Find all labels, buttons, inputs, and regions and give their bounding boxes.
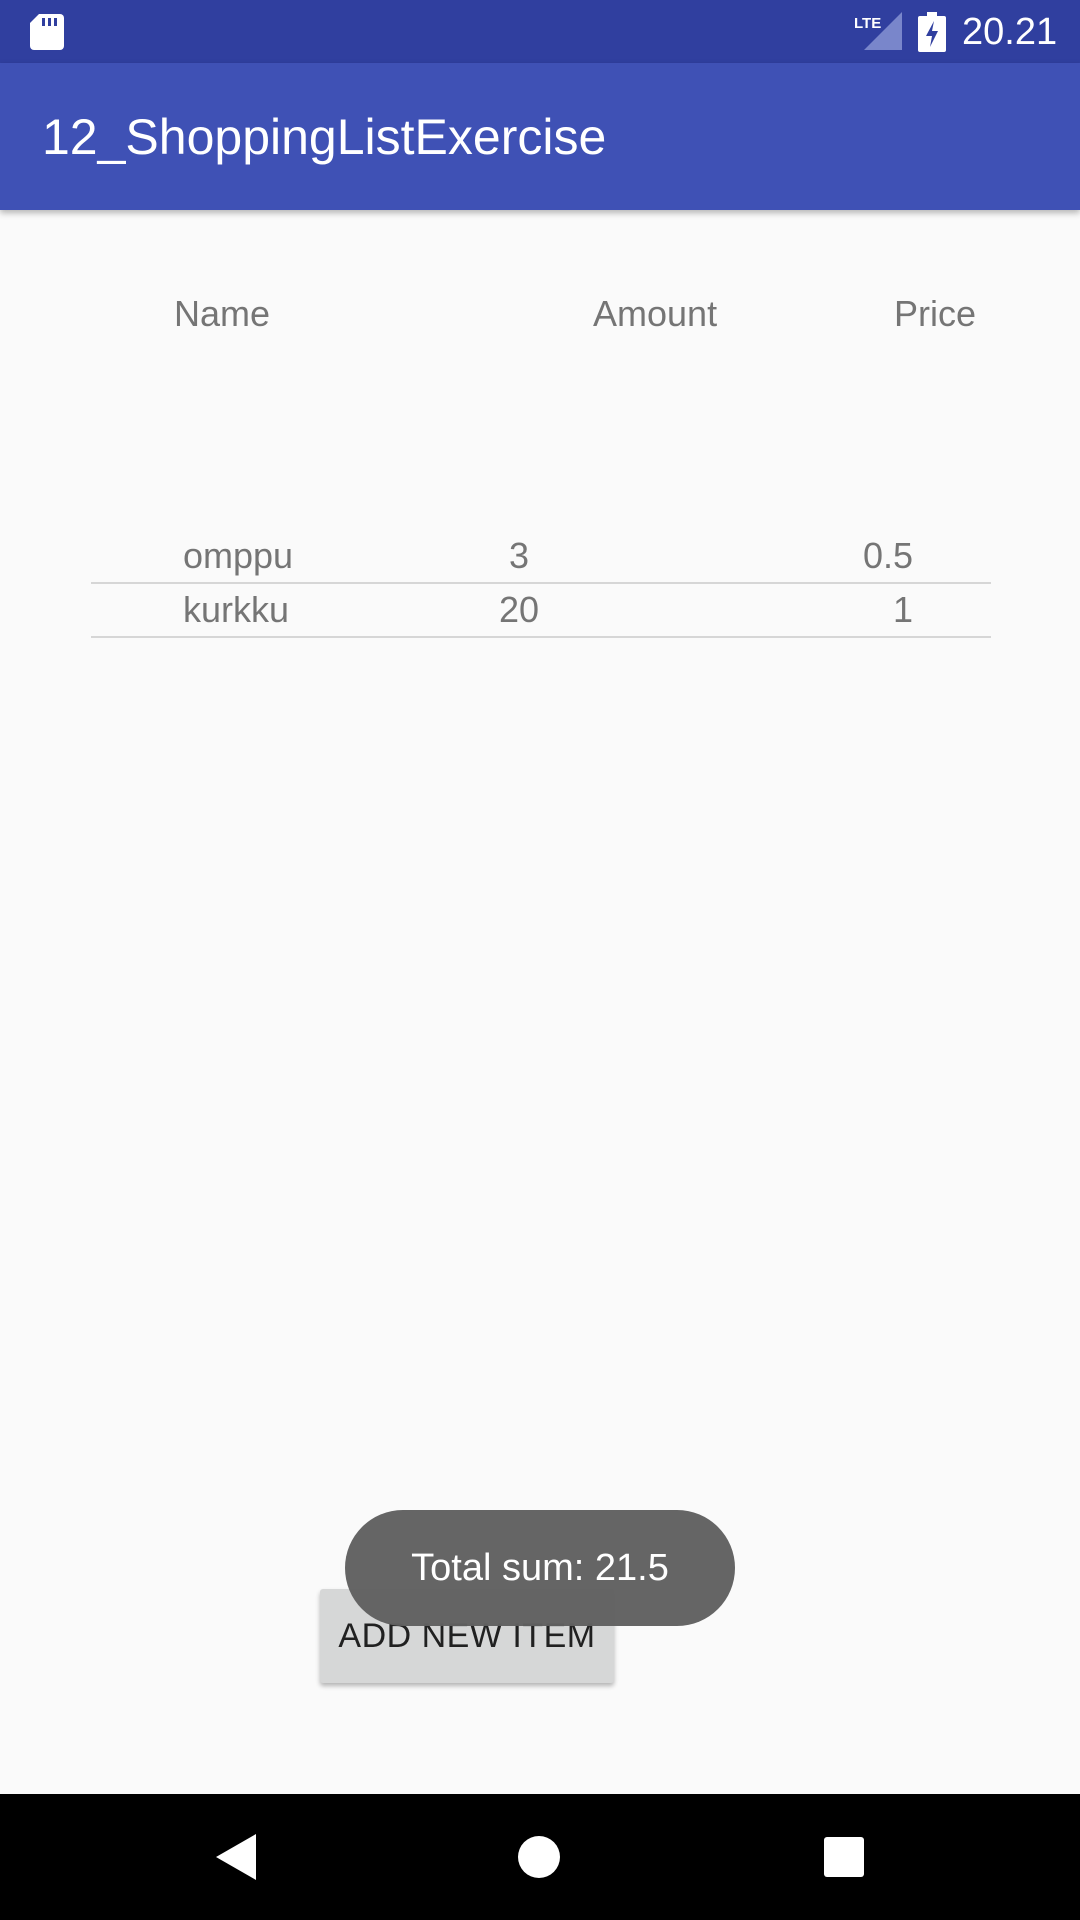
sd-card-icon — [30, 14, 64, 50]
item-name: omppu — [183, 535, 294, 576]
status-bar: LTE 20.21 — [0, 0, 1080, 63]
home-icon[interactable] — [518, 1836, 560, 1878]
list-item[interactable]: omppu 3 0.5 — [91, 530, 991, 584]
item-name: kurkku — [183, 589, 290, 630]
item-amount: 20 — [498, 589, 540, 630]
lte-label: LTE — [854, 15, 881, 32]
item-price: 0.5 — [862, 535, 913, 576]
back-icon[interactable] — [216, 1834, 256, 1880]
list-item[interactable]: kurkku 20 1 — [91, 584, 991, 638]
battery-charging-icon — [918, 12, 946, 52]
status-time: 20.21 — [962, 11, 1058, 53]
navigation-bar — [0, 1794, 1080, 1920]
header-name: Name — [174, 293, 271, 334]
screen: LTE 20.21 12_ShoppingListExercise Name A… — [0, 0, 1080, 1920]
lte-signal-icon: LTE — [854, 12, 902, 50]
app-bar: 12_ShoppingListExercise — [0, 63, 1080, 210]
header-price: Price — [894, 293, 977, 334]
total-sum-toast: Total sum: 21.5 — [345, 1510, 735, 1626]
item-amount: 3 — [508, 535, 530, 576]
recents-icon[interactable] — [824, 1837, 864, 1877]
app-title: 12_ShoppingListExercise — [42, 109, 607, 165]
header-amount: Amount — [593, 293, 718, 334]
item-price: 1 — [892, 589, 913, 630]
